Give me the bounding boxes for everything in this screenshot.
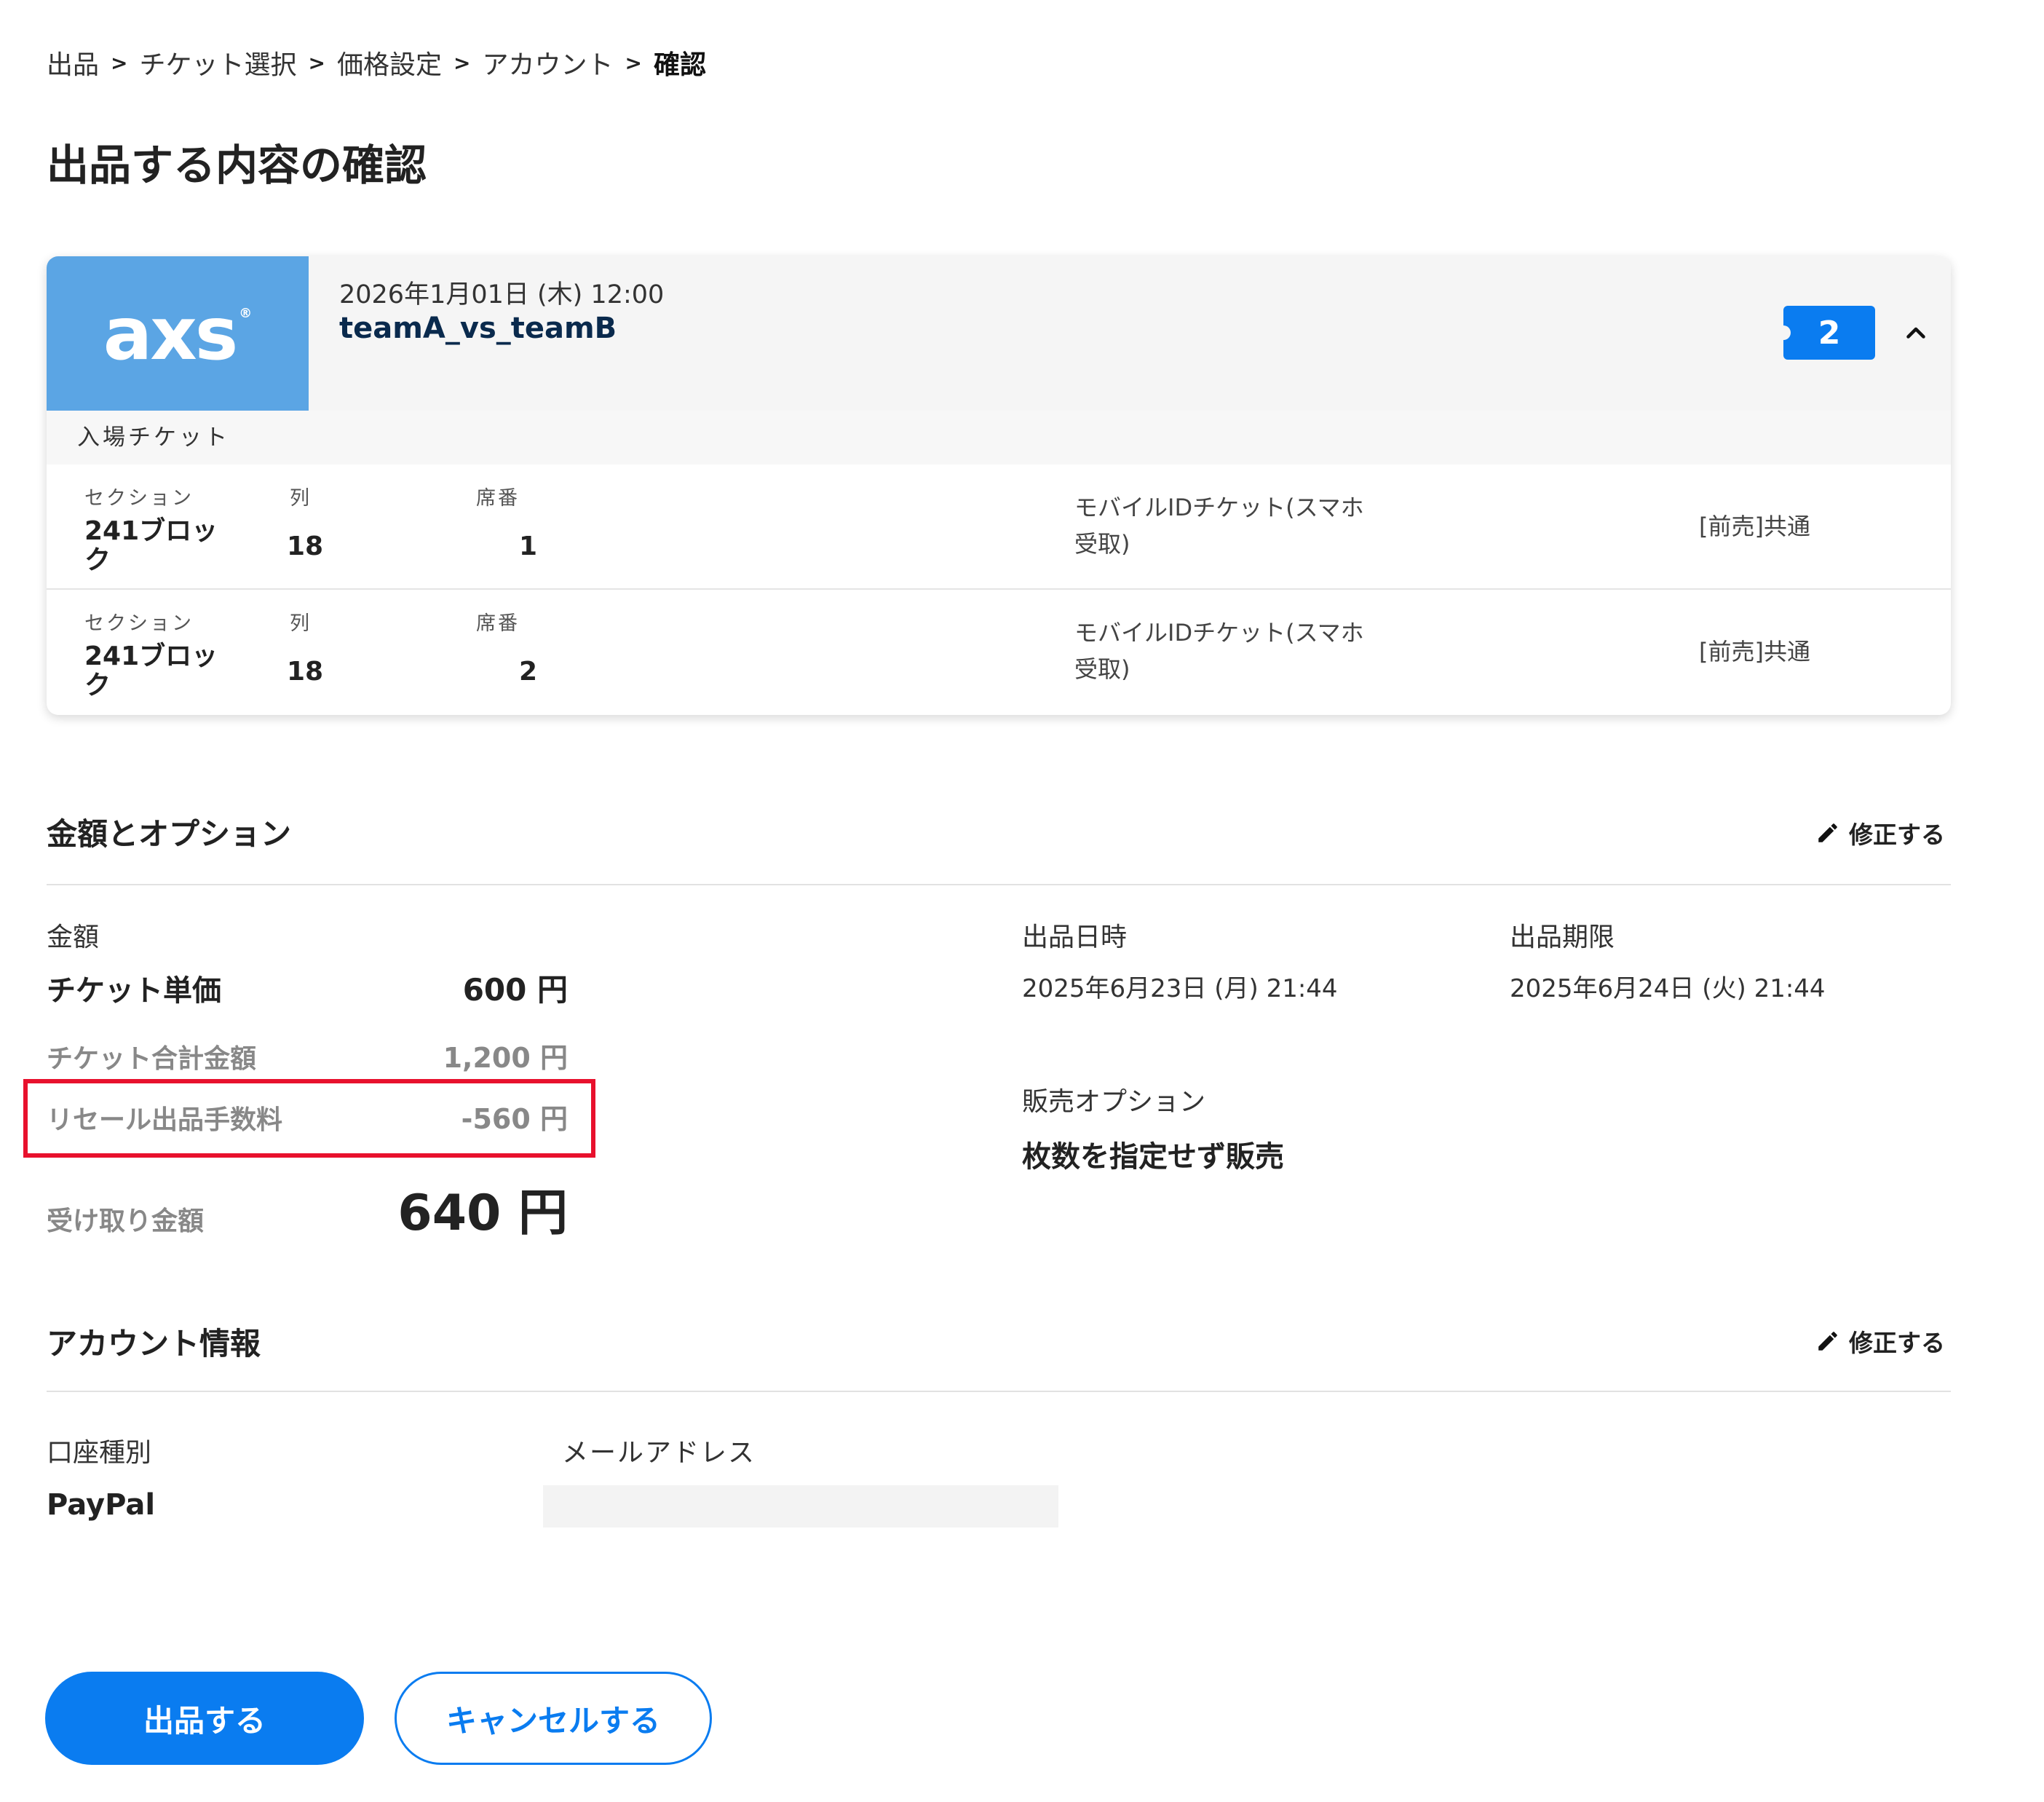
logo-mark: ® — [239, 306, 253, 321]
ticket-row: セクション 列 席番 241ブロック 18 2 モバイルIDチケット(スマホ受取… — [47, 590, 1951, 715]
ticket-category: 入場チケット — [47, 411, 1951, 465]
breadcrumb: 出品 > チケット選択 > 価格設定 > アカウント > 確認 — [47, 44, 706, 82]
event-card-header[interactable]: axs ® 2026年1月01日 (木) 12:00 teamA_vs_teamB… — [47, 256, 1951, 411]
breadcrumb-item-listing[interactable]: 出品 — [47, 44, 99, 82]
pencil-icon — [1818, 823, 1837, 842]
unit-price-value: 600 円 — [462, 972, 568, 1008]
chevron-up-icon[interactable] — [1898, 316, 1933, 351]
seat-label: 席番 — [476, 487, 520, 510]
receive-label: 受け取り金額 — [47, 1206, 205, 1236]
ticket-count-badge: 2 — [1776, 306, 1875, 360]
edit-label: 修正する — [1849, 1329, 1945, 1357]
section-value: 241ブロック — [84, 641, 218, 700]
listing-date-value: 2025年6月23日 (月) 21:44 — [1022, 974, 1338, 1003]
event-datetime: 2026年1月01日 (木) 12:00 — [339, 280, 665, 309]
total-label: チケット合計金額 — [47, 1044, 257, 1074]
seat-value: 2 — [518, 657, 537, 687]
delivery-type: モバイルIDチケット(スマホ受取) — [1074, 619, 1364, 683]
pricing-edit-link[interactable]: 修正する — [1815, 815, 1945, 850]
section-value: 241ブロック — [84, 516, 218, 575]
account-type-value: PayPal — [47, 1488, 156, 1522]
seat-value: 1 — [518, 531, 537, 561]
section-label: セクション — [84, 487, 194, 510]
section-label: セクション — [84, 612, 194, 635]
row-label: 列 — [290, 487, 312, 510]
row-value: 18 — [287, 531, 324, 561]
pencil-icon — [1818, 1332, 1837, 1351]
event-card: axs ® 2026年1月01日 (木) 12:00 teamA_vs_teamB… — [47, 256, 1951, 715]
breadcrumb-separator: > — [111, 50, 128, 75]
logo-text: axs — [103, 291, 239, 376]
deadline-label: 出品期限 — [1510, 922, 1615, 952]
submit-listing-button[interactable]: 出品する — [45, 1672, 364, 1765]
breadcrumb-separator: > — [308, 50, 325, 75]
event-name: teamA_vs_teamB — [339, 312, 617, 345]
breadcrumb-separator: > — [625, 50, 642, 75]
listing-date-label: 出品日時 — [1022, 922, 1128, 952]
unit-price-label: チケット単価 — [47, 974, 221, 1008]
sale-option-label: 販売オプション — [1022, 1087, 1206, 1117]
total-value: 1,200 円 — [443, 1042, 568, 1074]
ticket-row: セクション 列 席番 241ブロック 18 1 モバイルIDチケット(スマホ受取… — [47, 465, 1951, 590]
delivery-type: モバイルIDチケット(スマホ受取) — [1074, 494, 1364, 558]
ticket-type: [前売]共通 — [1699, 513, 1810, 540]
unit-price-row: チケット単価 600 円 — [47, 965, 568, 1010]
fee-highlight-box — [23, 1079, 595, 1158]
breadcrumb-separator: > — [453, 50, 471, 75]
breadcrumb-current: 確認 — [653, 50, 706, 80]
divider — [47, 884, 1951, 885]
pricing-section-title: 金額とオプション — [47, 816, 292, 852]
row-value: 18 — [287, 657, 324, 687]
sale-option-value: 枚数を指定せず販売 — [1022, 1140, 1284, 1174]
email-value — [543, 1485, 1058, 1528]
breadcrumb-item-price[interactable]: 価格設定 — [337, 44, 442, 82]
account-section-title: アカウント情報 — [47, 1326, 261, 1362]
receive-row: 受け取り金額 640 円 — [47, 1172, 568, 1244]
page-title: 出品する内容の確認 — [47, 141, 427, 190]
account-type-label: 口座種別 — [47, 1438, 152, 1468]
email-label: メールアドレス — [562, 1438, 756, 1468]
edit-label: 修正する — [1849, 821, 1945, 849]
deadline-value: 2025年6月24日 (火) 21:44 — [1510, 974, 1826, 1003]
axs-logo: axs ® — [47, 256, 309, 411]
account-edit-link[interactable]: 修正する — [1815, 1324, 1945, 1359]
divider — [47, 1391, 1951, 1392]
row-label: 列 — [290, 612, 312, 635]
seat-label: 席番 — [476, 612, 520, 635]
receive-value: 640 円 — [397, 1185, 568, 1242]
cancel-button[interactable]: キャンセルする — [395, 1672, 712, 1765]
amount-label: 金額 — [47, 922, 100, 952]
ticket-type: [前売]共通 — [1699, 638, 1810, 665]
breadcrumb-item-ticket-select[interactable]: チケット選択 — [139, 44, 296, 82]
breadcrumb-item-account[interactable]: アカウント — [482, 44, 613, 82]
total-row: チケット合計金額 1,200 円 — [47, 1035, 568, 1075]
